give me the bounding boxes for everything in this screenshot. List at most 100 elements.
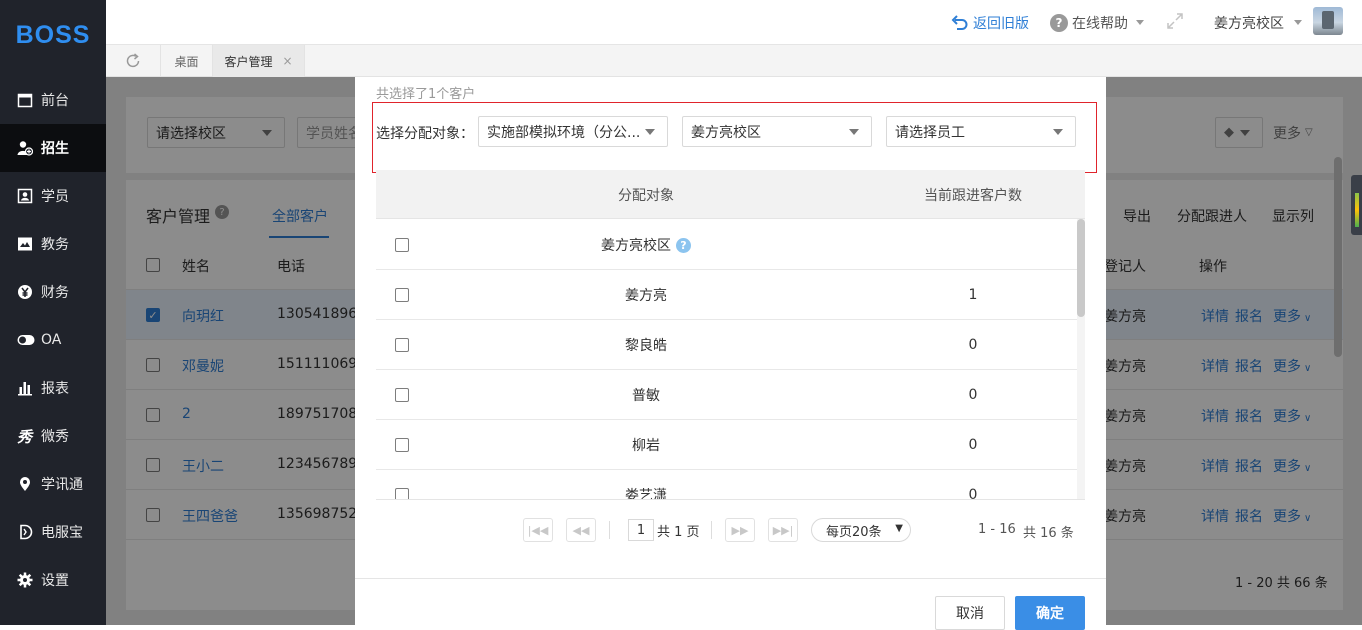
tab-bar: 桌面 客户管理 × <box>106 45 1362 77</box>
sidebar-item-label: 报表 <box>41 381 69 397</box>
assign-table-header: 分配对象 当前跟进客户数 <box>376 170 1085 219</box>
sidebar-item-label: 微秀 <box>41 429 69 445</box>
assign-row-checkbox[interactable] <box>395 488 409 499</box>
assign-row-checkbox[interactable] <box>395 288 409 302</box>
sidebar-item-label: 教务 <box>41 237 69 253</box>
back-old-version-link[interactable]: 返回旧版 <box>951 0 1029 45</box>
prev-page-icon: ◀◀ <box>572 523 590 537</box>
assign-row[interactable]: 黎良皓 0 <box>376 320 1077 370</box>
employee-select[interactable]: 请选择员工 <box>886 116 1076 147</box>
back-old-label: 返回旧版 <box>973 15 1029 32</box>
assign-target-label: 娄艺潇 <box>625 488 667 499</box>
employee-select-value: 请选择员工 <box>895 124 965 141</box>
sidebar-item-0[interactable]: 前台 <box>0 76 106 124</box>
department-select[interactable]: 实施部模拟环境（分公... <box>478 116 668 147</box>
campus-switcher[interactable]: 姜方亮校区 <box>1214 0 1302 45</box>
chevron-down-icon <box>1294 20 1302 25</box>
tab-customer-label: 客户管理 <box>224 54 273 69</box>
assign-row[interactable]: 姜方亮 1 <box>376 270 1077 320</box>
first-page-button[interactable]: |◀◀ <box>523 518 553 542</box>
weixiu-icon: 秀 <box>17 428 34 446</box>
assign-row[interactable]: 普敏 0 <box>376 370 1077 420</box>
tab-customer-management[interactable]: 客户管理 × <box>213 45 305 77</box>
assign-row[interactable]: 姜方亮校区? <box>376 220 1077 270</box>
refresh-button[interactable] <box>106 45 161 77</box>
page-size-value: 每页20条 <box>826 524 882 540</box>
book-icon <box>17 236 33 252</box>
sidebar-item-label: 招生 <box>41 141 69 157</box>
tab-desktop[interactable]: 桌面 <box>161 45 213 77</box>
sidebar-item-3[interactable]: 教务 <box>0 220 106 268</box>
sidebar-item-9[interactable]: 电服宝 <box>0 508 106 556</box>
cancel-label: 取消 <box>956 606 984 622</box>
toggle-icon <box>17 332 35 348</box>
divider <box>609 521 610 539</box>
phone-icon <box>17 524 33 540</box>
assign-target-label: 黎良皓 <box>625 338 667 354</box>
page-number-input[interactable]: 1 <box>628 519 654 541</box>
follow-count <box>923 220 1023 270</box>
assign-row-checkbox[interactable] <box>395 238 409 252</box>
assign-row-checkbox[interactable] <box>395 338 409 352</box>
sidebar-item-10[interactable]: 设置 <box>0 556 106 604</box>
sidebar-item-2[interactable]: 学员 <box>0 172 106 220</box>
online-help-label: 在线帮助 <box>1072 15 1128 32</box>
confirm-label: 确定 <box>1036 606 1064 622</box>
assign-target-name: 柳岩 <box>546 420 746 470</box>
assign-row-checkbox[interactable] <box>395 388 409 402</box>
side-widget[interactable] <box>1351 175 1362 235</box>
undo-icon <box>951 14 968 30</box>
sidebar-item-6[interactable]: 报表 <box>0 364 106 412</box>
campus-select[interactable]: 姜方亮校区 <box>682 116 872 147</box>
sidebar-item-label: 学员 <box>41 189 69 205</box>
sidebar-item-label: 财务 <box>41 285 69 301</box>
fullscreen-icon[interactable] <box>1166 12 1184 30</box>
assign-row-checkbox[interactable] <box>395 438 409 452</box>
department-select-value: 实施部模拟环境（分公... <box>487 124 641 141</box>
refresh-icon <box>126 53 140 68</box>
follow-count: 0 <box>968 337 978 353</box>
col-assign-target: 分配对象 <box>618 187 674 204</box>
assign-target-name: 黎良皓 <box>546 320 746 370</box>
sidebar-item-4[interactable]: 财务 <box>0 268 106 316</box>
last-page-icon: ▶▶| <box>772 523 794 537</box>
close-icon[interactable]: × <box>282 54 292 68</box>
assign-table-scrollbar-thumb[interactable] <box>1077 219 1085 317</box>
assign-table-scrollbar-track[interactable] <box>1077 219 1085 499</box>
avatar[interactable] <box>1313 7 1343 35</box>
top-bar: 返回旧版 ? 在线帮助 姜方亮校区 <box>106 0 1362 45</box>
dialog-footer-divider <box>355 578 1106 579</box>
campus-select-value: 姜方亮校区 <box>691 124 761 141</box>
col-follow-count: 当前跟进客户数 <box>924 187 1022 204</box>
id-card-icon <box>17 188 33 204</box>
assign-target-name: 娄艺潇 <box>546 470 746 499</box>
selected-count-text: 共选择了1个客户 <box>376 87 476 102</box>
assign-target-label: 普敏 <box>632 388 660 404</box>
sidebar-item-5[interactable]: OA <box>0 316 106 364</box>
sidebar-item-7[interactable]: 秀微秀 <box>0 412 106 460</box>
campus-label: 姜方亮校区 <box>1214 15 1284 32</box>
assign-target-label: 柳岩 <box>632 438 660 454</box>
prev-page-button[interactable]: ◀◀ <box>566 518 596 542</box>
help-icon[interactable]: ? <box>676 237 691 253</box>
sidebar-item-label: 学讯通 <box>41 477 83 493</box>
assign-target-name: 姜方亮校区? <box>546 220 746 270</box>
next-page-icon: ▶▶ <box>731 523 749 537</box>
assign-row[interactable]: 娄艺潇 0 <box>376 470 1077 499</box>
svg-text:秀: 秀 <box>17 428 34 444</box>
assign-target-name: 普敏 <box>546 370 746 420</box>
page-size-select[interactable]: 每页20条 ▼ <box>811 518 911 542</box>
chevron-down-icon <box>1053 129 1063 135</box>
total-count-text: 共 16 条 <box>1023 526 1074 541</box>
assign-table-body[interactable]: 姜方亮校区? 姜方亮 1 黎良皓 0 普敏 0 柳岩 0 娄艺潇 0 <box>376 219 1085 499</box>
last-page-button[interactable]: ▶▶| <box>768 518 798 542</box>
sidebar-item-1[interactable]: 招生 <box>0 124 106 172</box>
range-text: 1 - 16 <box>978 522 1016 537</box>
next-page-button[interactable]: ▶▶ <box>725 518 755 542</box>
help-icon: ? <box>1050 13 1068 32</box>
online-help-menu[interactable]: ? 在线帮助 <box>1050 0 1144 45</box>
sidebar-item-8[interactable]: 学讯通 <box>0 460 106 508</box>
location-icon <box>17 476 33 492</box>
chevron-down-icon <box>1136 20 1144 25</box>
assign-row[interactable]: 柳岩 0 <box>376 420 1077 470</box>
